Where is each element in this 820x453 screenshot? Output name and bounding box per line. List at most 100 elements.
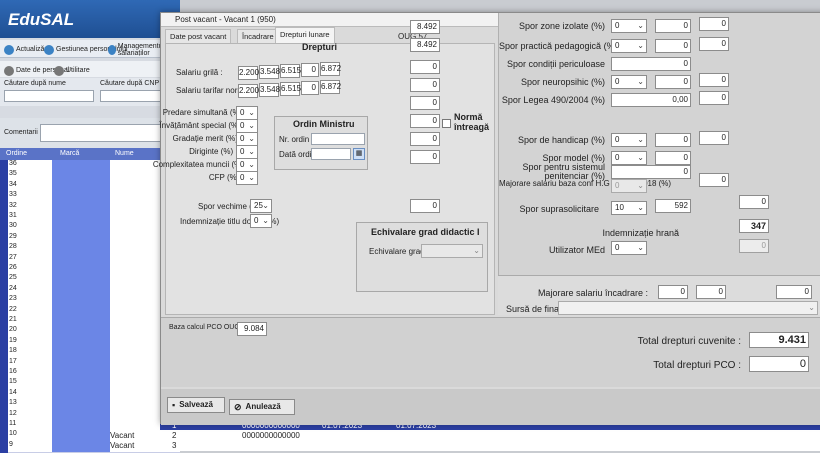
right-field-select[interactable]: 0 ⌄ [611,39,647,53]
indemnizatie-doctor-select[interactable]: 0 ⌄ [250,214,272,228]
nr-ordin-input[interactable] [311,133,365,145]
left-field-select[interactable]: 0 ⌄ [236,158,258,172]
person-icon [4,65,14,76]
right-field-select[interactable]: 0 ⌄ [611,151,647,165]
norma-intreaga-checkbox[interactable] [442,119,451,128]
sursa-finantare-select[interactable]: ⌄ [558,301,818,315]
right-field-value[interactable]: 0 [655,133,691,147]
cancel-button[interactable]: ⊘ Anulează [229,399,295,415]
left-field-select[interactable]: 0 ⌄ [236,145,258,159]
search-cnp-label: Căutare după CNP [100,80,160,87]
right-field-select[interactable]: 0 ⌄ [611,19,647,33]
employees-grid: Ordine Marcă Nume 36 35 34 33 32 31 30 29 28 27 26… [0,148,180,453]
chevron-down-icon: ⌄ [637,153,644,162]
salariu-tarifar-5[interactable]: 6.872 [320,80,341,94]
tab-drepturi-lunare[interactable]: Drepturi lunare [275,27,335,43]
right-field-value[interactable]: 0 [611,57,691,71]
right-field-value[interactable]: 0 [655,19,691,33]
left-field-label: Complexitatea muncii (%) [152,160,244,169]
right-field-select[interactable]: 0 ⌄ [611,75,647,89]
salariu-grila-1[interactable]: 2.200 [238,66,259,80]
utilizator-med-select[interactable]: 0 ⌄ [611,241,647,255]
left-field-label: Gradație merit (%) [172,134,238,143]
people-icon [44,44,54,55]
majorare-incadrare-1[interactable]: 0 [658,285,688,299]
totals-band: Baza calcul PCO OUG 57 : 9.084 Total dre… [161,317,820,387]
oug-small-6: 0 [410,150,440,164]
post-vacant-dialog: Post vacant - Vacant 1 (950) Date post v… [153,12,820,425]
bottom-table-row[interactable]: Vacant 3 [110,440,820,450]
right-field-label: Spor practică pedagogică (%) [499,41,618,51]
calendar-icon[interactable]: ▦ [353,148,365,160]
save-button[interactable]: ▪ Salvează [167,397,225,413]
majorare-incadrare-3[interactable]: 0 [776,285,812,299]
drepturi-header: Drepturi [302,42,338,52]
utilitare-button[interactable]: Utilitare [54,64,90,77]
right-field-oug: 0 [699,91,729,105]
salariu-tarifar-4[interactable]: 0 [301,81,319,95]
right-field-value[interactable]: 0 [611,165,691,179]
right-field-select[interactable]: 0 ⌄ [611,133,647,147]
right-field-label: Spor zone izolate (%) [518,21,605,31]
majorare-incadrare-2[interactable]: 0 [696,285,726,299]
total-pco-value: 0 [749,356,809,372]
app-logo: EduSAL [8,10,75,29]
left-field-select[interactable]: 0 ⌄ [236,132,258,146]
echivalare-group: Echivalare grad didactic I Echivalare gr… [356,222,488,292]
comments-input[interactable] [40,124,175,142]
cell-status: Vacant [110,441,135,450]
nav-bar: Actualizări Gestiunea personalului Manag… [0,40,180,58]
right-field-value[interactable]: 0 [655,39,691,53]
salariu-grila-2[interactable]: 3.548 [259,65,280,79]
chevron-down-icon: ⌄ [637,181,644,190]
salariu-tarifar-2[interactable]: 3.548 [259,83,280,97]
right-field-value[interactable]: 0 [655,151,691,165]
data-ordin-input[interactable] [311,148,351,160]
left-field-select[interactable]: 0 ⌄ [236,119,258,133]
utilizator-med-label: Utilizator MEd [548,245,605,255]
right-field-value[interactable]: 0,00 [611,93,691,107]
salariu-grila-5[interactable]: 6.872 [320,62,341,76]
right-field-label: Spor neuropsihic (%) [520,77,605,87]
total-cuvenite-value: 9.431 [749,332,809,348]
echivalare-grad-select[interactable]: ⌄ [421,244,483,258]
buttons-bar: ▪ Salvează ⊘ Anulează [161,389,820,425]
right-field-value[interactable]: 0 [655,75,691,89]
nav-actualizari[interactable]: Actualizări [4,43,48,56]
search-row: Căutare după nume Căutare după CNP [0,78,180,106]
grid-header: Ordine Marcă Nume [0,148,180,160]
tab-date-post-vacant[interactable]: Date post vacant [165,29,232,43]
ordin-ministru-group: Ordin Ministru Nr. ordin Dată ordin ▦ [274,116,368,170]
update-icon [4,44,14,55]
salariu-tarifar-1[interactable]: 2.200 [238,84,259,98]
majorare-section: Majorare salariu încadrare : 0 0 0 Sursă… [498,275,820,315]
nr-ordin-label: Nr. ordin [279,135,310,144]
salariu-tarifar-3[interactable]: 6.515 [280,82,301,96]
col-marca[interactable]: Marcă [60,150,79,157]
chevron-down-icon: ⌄ [808,303,815,312]
left-field-select[interactable]: 0 ⌄ [236,106,258,120]
chevron-down-icon: ⌄ [248,134,255,143]
col-nume[interactable]: Nume [115,150,134,157]
search-name-input[interactable] [4,90,94,102]
cell-nr: 3 [172,441,177,450]
tab-incadrare[interactable]: Încadrare [237,29,279,43]
spor-suprasolicitare-select[interactable]: 10 ⌄ [611,201,647,215]
salariu-grila-4[interactable]: 0 [301,63,319,77]
left-field-select[interactable]: 0 ⌄ [236,171,258,185]
col-ordine[interactable]: Ordine [6,150,27,157]
salary-icon [108,44,116,55]
right-field-label: Spor Legea 490/2004 (%) [501,95,605,105]
bottom-table-row[interactable]: Vacant 2 0000000000000 [110,430,820,440]
oug-small-3: 0 [410,96,440,110]
salariu-grila-label: Salariu grilă : [176,68,223,77]
cell-status: Vacant [110,431,135,440]
cancel-icon: ⊘ [234,402,242,412]
oug-value-1: 8.492 [410,20,440,34]
toolbar-row: Date de personal Utilitare [0,61,180,77]
salariu-grila-3[interactable]: 6.515 [280,64,301,78]
spor-vechime-select[interactable]: 25 ⌄ [250,199,272,213]
right-field-label: Spor condiții periculoase [506,59,605,69]
majorare-hg-select[interactable]: 0 ⌄ [611,179,647,193]
majorare-incadrare-label: Majorare salariu încadrare : [537,288,648,298]
